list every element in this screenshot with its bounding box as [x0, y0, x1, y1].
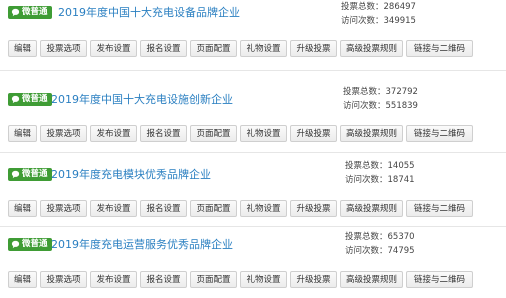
signup-settings-button[interactable]: 报名设置 [140, 40, 187, 57]
action-toolbar: 编辑 投票选项 发布设置 报名设置 页面配置 礼物设置 升级投票 高级投票规则 … [8, 271, 473, 288]
link-qr-button[interactable]: 链接与二维码 [406, 40, 473, 57]
vote-options-button[interactable]: 投票选项 [40, 125, 87, 142]
gift-settings-button[interactable]: 礼物设置 [240, 40, 287, 57]
total-votes: 投票总数： 372792 [343, 87, 418, 97]
visit-count: 访问次数： 18741 [345, 175, 415, 185]
visit-count: 访问次数： 349915 [341, 16, 416, 26]
gift-settings-button[interactable]: 礼物设置 [240, 125, 287, 142]
weputong-badge: 微普通 [8, 6, 52, 19]
gift-settings-button[interactable]: 礼物设置 [240, 200, 287, 217]
chat-bubble-icon [11, 170, 20, 179]
edit-button[interactable]: 编辑 [8, 40, 37, 57]
publish-settings-button[interactable]: 发布设置 [90, 200, 137, 217]
upgrade-vote-button[interactable]: 升级投票 [290, 40, 337, 57]
advanced-rules-button[interactable]: 高级投票规则 [340, 271, 403, 288]
edit-button[interactable]: 编辑 [8, 271, 37, 288]
link-qr-button[interactable]: 链接与二维码 [406, 271, 473, 288]
publish-settings-button[interactable]: 发布设置 [90, 40, 137, 57]
advanced-rules-button[interactable]: 高级投票规则 [340, 125, 403, 142]
action-toolbar: 编辑 投票选项 发布设置 报名设置 页面配置 礼物设置 升级投票 高级投票规则 … [8, 200, 473, 217]
upgrade-vote-button[interactable]: 升级投票 [290, 125, 337, 142]
badge-label: 微普通 [22, 7, 48, 17]
total-votes: 投票总数： 14055 [345, 161, 415, 171]
weputong-badge: 微普通 [8, 93, 52, 106]
visit-count: 访问次数： 551839 [343, 101, 418, 111]
total-votes: 投票总数： 286497 [341, 2, 416, 12]
weputong-badge: 微普通 [8, 238, 52, 251]
signup-settings-button[interactable]: 报名设置 [140, 200, 187, 217]
advanced-rules-button[interactable]: 高级投票规则 [340, 40, 403, 57]
badge-label: 微普通 [22, 239, 48, 249]
vote-stats: 投票总数： 65370 访问次数： 74795 [345, 232, 415, 257]
divider [0, 226, 506, 227]
page-config-button[interactable]: 页面配置 [190, 271, 237, 288]
divider [0, 152, 506, 153]
vote-title-link[interactable]: 2019年度充电运营服务优秀品牌企业 [51, 238, 233, 252]
publish-settings-button[interactable]: 发布设置 [90, 125, 137, 142]
vote-stats: 投票总数： 14055 访问次数： 18741 [345, 161, 415, 186]
vote-options-button[interactable]: 投票选项 [40, 271, 87, 288]
vote-stats: 投票总数： 286497 访问次数： 349915 [341, 2, 416, 27]
weputong-badge: 微普通 [8, 168, 52, 181]
vote-title-link[interactable]: 2019年度充电模块优秀品牌企业 [51, 168, 211, 182]
vote-title-link[interactable]: 2019年度中国十大充电设备品牌企业 [58, 6, 240, 20]
vote-title-link[interactable]: 2019年度中国十大充电设施创新企业 [51, 93, 233, 107]
publish-settings-button[interactable]: 发布设置 [90, 271, 137, 288]
action-toolbar: 编辑 投票选项 发布设置 报名设置 页面配置 礼物设置 升级投票 高级投票规则 … [8, 125, 473, 142]
gift-settings-button[interactable]: 礼物设置 [240, 271, 287, 288]
link-qr-button[interactable]: 链接与二维码 [406, 125, 473, 142]
page-config-button[interactable]: 页面配置 [190, 125, 237, 142]
page-config-button[interactable]: 页面配置 [190, 200, 237, 217]
signup-settings-button[interactable]: 报名设置 [140, 125, 187, 142]
vote-stats: 投票总数： 372792 访问次数： 551839 [343, 87, 418, 112]
edit-button[interactable]: 编辑 [8, 125, 37, 142]
divider [0, 70, 506, 71]
vote-options-button[interactable]: 投票选项 [40, 40, 87, 57]
link-qr-button[interactable]: 链接与二维码 [406, 200, 473, 217]
upgrade-vote-button[interactable]: 升级投票 [290, 271, 337, 288]
total-votes: 投票总数： 65370 [345, 232, 415, 242]
chat-bubble-icon [11, 8, 20, 17]
badge-label: 微普通 [22, 169, 48, 179]
action-toolbar: 编辑 投票选项 发布设置 报名设置 页面配置 礼物设置 升级投票 高级投票规则 … [8, 40, 473, 57]
badge-label: 微普通 [22, 94, 48, 104]
page-config-button[interactable]: 页面配置 [190, 40, 237, 57]
upgrade-vote-button[interactable]: 升级投票 [290, 200, 337, 217]
chat-bubble-icon [11, 95, 20, 104]
vote-options-button[interactable]: 投票选项 [40, 200, 87, 217]
chat-bubble-icon [11, 240, 20, 249]
advanced-rules-button[interactable]: 高级投票规则 [340, 200, 403, 217]
signup-settings-button[interactable]: 报名设置 [140, 271, 187, 288]
visit-count: 访问次数： 74795 [345, 246, 415, 256]
edit-button[interactable]: 编辑 [8, 200, 37, 217]
